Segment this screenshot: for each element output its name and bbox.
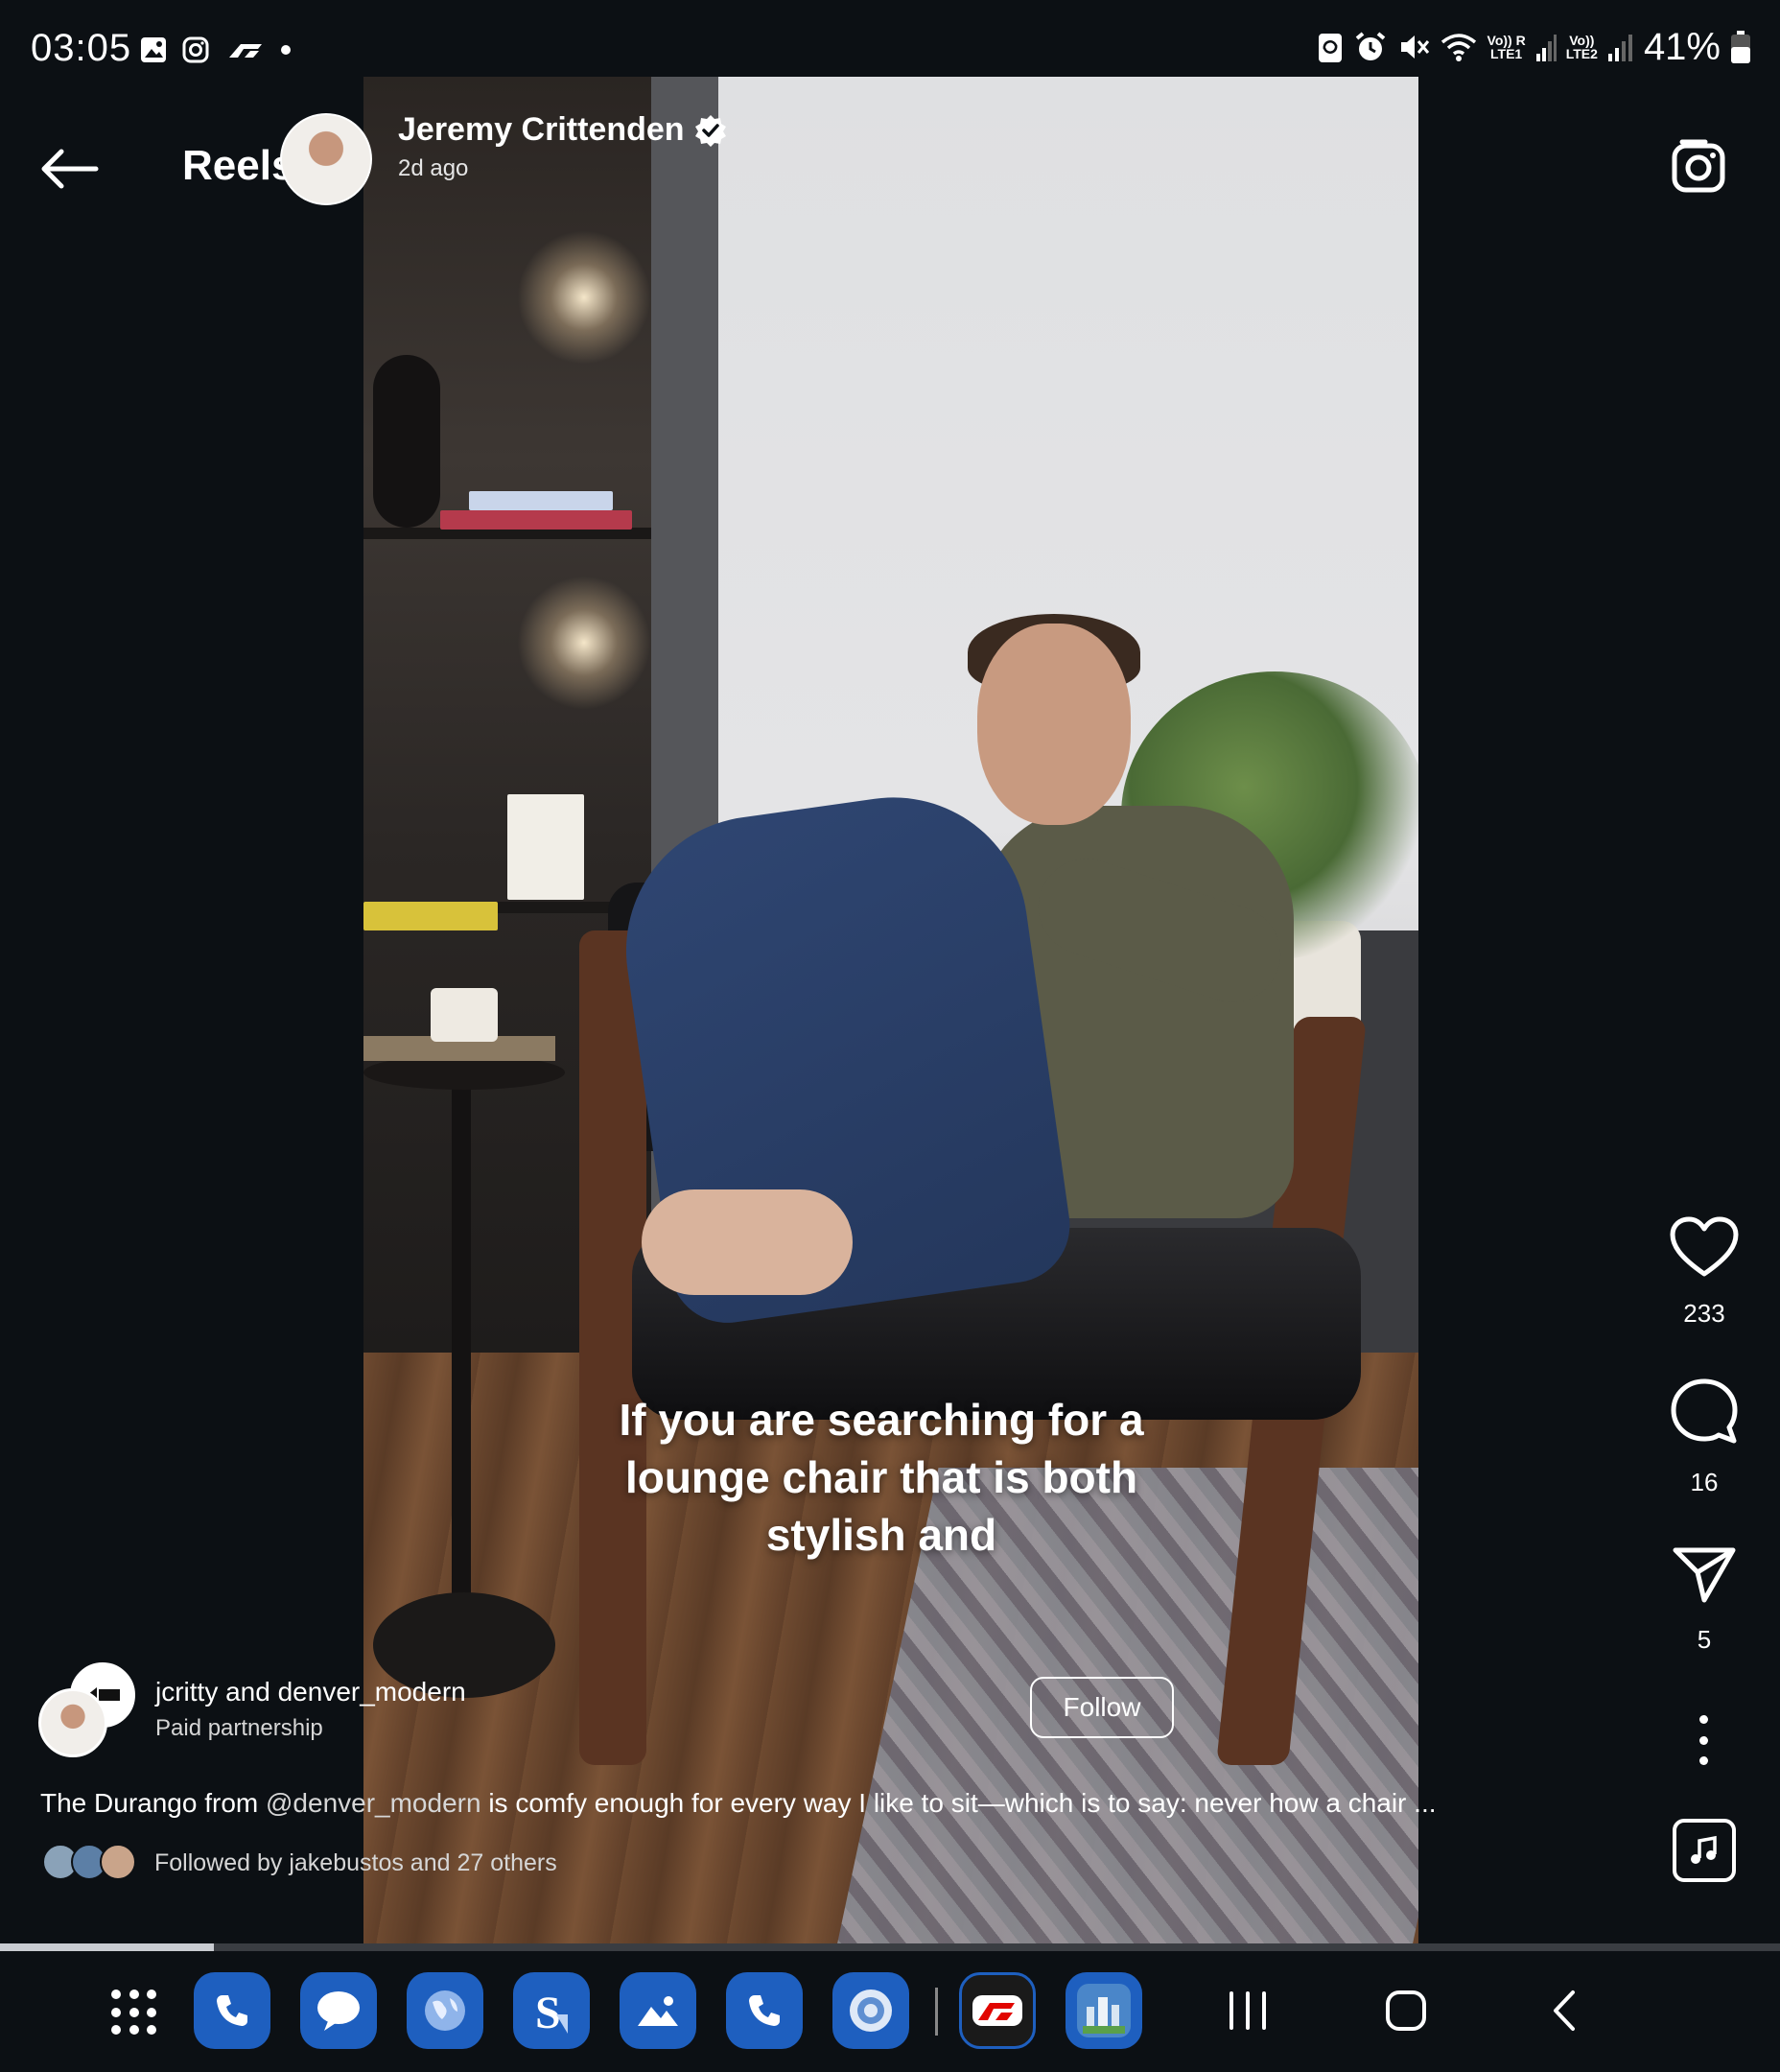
- battery-percent: 41%: [1643, 25, 1721, 68]
- sim1-label: Vo)) R LTE1: [1487, 33, 1526, 61]
- follower-avatar: [100, 1844, 136, 1880]
- recents-icon: [1230, 1991, 1266, 2030]
- author-name[interactable]: Jeremy Crittenden: [398, 111, 727, 149]
- f1-icon: [226, 35, 265, 65]
- simcity-app-icon[interactable]: [1066, 1972, 1142, 2049]
- caption-prefix: The Durango from: [40, 1788, 266, 1818]
- comment-count: 16: [1690, 1468, 1719, 1496]
- simple-note-app-icon[interactable]: S: [513, 1972, 590, 2049]
- like-action[interactable]: 233: [1665, 1216, 1744, 1329]
- comment-icon: [1671, 1378, 1738, 1444]
- share-count: 5: [1697, 1625, 1712, 1654]
- camera-lens-app-icon[interactable]: [832, 1972, 909, 2049]
- browser-icon: [425, 1990, 465, 2031]
- dot-icon: [274, 35, 297, 65]
- paid-partnership-label[interactable]: Paid partnership: [155, 1715, 323, 1742]
- f1-app-icon[interactable]: [959, 1972, 1036, 2049]
- dot-icon: [1698, 1735, 1708, 1745]
- camera-icon: [1672, 139, 1725, 193]
- camera-lens-icon: [850, 1990, 892, 2032]
- video-progress-fill: [0, 1943, 214, 1951]
- partner-avatars[interactable]: [38, 1660, 146, 1759]
- follow-button[interactable]: Follow: [1030, 1677, 1174, 1738]
- author-small-avatar: [38, 1688, 107, 1757]
- browser-app-icon[interactable]: [407, 1972, 483, 2049]
- home-icon: [1386, 1990, 1426, 2031]
- page-title: Reels: [182, 142, 295, 189]
- dot-icon: [1698, 1756, 1708, 1765]
- followed-by-text[interactable]: Followed by jakebustos and 27 others: [154, 1849, 557, 1877]
- dot-icon: [1698, 1715, 1708, 1724]
- video-caption: If you are searching for a lounge chair …: [619, 1395, 1144, 1560]
- arrow-left-icon: [41, 149, 99, 189]
- signal-icon: [1607, 35, 1632, 61]
- author-name-text: Jeremy Crittenden: [398, 111, 685, 148]
- reel-video[interactable]: If you are searching for a lounge chair …: [363, 77, 1418, 1943]
- instagram-icon: [180, 35, 211, 65]
- mute-icon: [1400, 35, 1429, 59]
- messages-app-icon[interactable]: [300, 1972, 377, 2049]
- caption-rest: is comfy enough for every way I like to …: [480, 1788, 1437, 1818]
- sync-icon: [1318, 34, 1342, 62]
- audio-button[interactable]: [1673, 1819, 1736, 1882]
- messages-icon: [317, 1991, 360, 2031]
- post-caption[interactable]: The Durango from @denver_modern is comfy…: [40, 1788, 1460, 1819]
- video-progress-bar[interactable]: [0, 1943, 1780, 1951]
- recents-button[interactable]: [1214, 1982, 1281, 2039]
- gallery-app-icon[interactable]: [620, 1972, 696, 2049]
- simcity-icon: [1077, 1984, 1131, 2037]
- verified-icon: [694, 114, 726, 147]
- send-icon: [1673, 1547, 1736, 1603]
- back-button[interactable]: [35, 134, 104, 203]
- share-action[interactable]: 5: [1665, 1546, 1744, 1655]
- home-button[interactable]: [1372, 1982, 1440, 2039]
- dock-divider: [935, 1988, 938, 2036]
- phone-icon: [217, 1995, 247, 2026]
- sim2-label: Vo)) LTE2: [1565, 33, 1598, 61]
- apps-grid-icon[interactable]: [111, 1990, 157, 2036]
- camera-button[interactable]: [1667, 134, 1730, 198]
- phone-app-icon[interactable]: [194, 1972, 270, 2049]
- author-avatar[interactable]: [280, 113, 372, 205]
- svg-text:S: S: [535, 1988, 561, 2036]
- heart-icon: [1670, 1216, 1739, 1277]
- gallery-icon: [138, 35, 169, 65]
- like-count: 233: [1683, 1299, 1725, 1328]
- nav-back-button[interactable]: [1531, 1982, 1598, 2039]
- status-right-icons: Vo)) R LTE1 Vo)) LTE2 41%: [1317, 25, 1751, 69]
- wifi-icon: [1440, 34, 1476, 61]
- more-options-button[interactable]: [1684, 1715, 1722, 1765]
- f1-icon: [972, 1995, 1022, 2026]
- music-note-icon: [1691, 1835, 1717, 1864]
- comment-action[interactable]: 16: [1665, 1377, 1744, 1497]
- simple-note-icon: S: [535, 1988, 568, 2036]
- gallery-icon: [638, 1996, 678, 2026]
- phone-icon: [749, 1995, 780, 2026]
- back-icon: [1554, 1990, 1575, 2031]
- status-bar: 03:05 Vo)) R LTE1 Vo)) LTE2 41%: [0, 0, 1780, 77]
- signal-icon: [1535, 35, 1557, 61]
- status-time: 03:05: [31, 27, 132, 69]
- battery-icon: [1731, 31, 1750, 63]
- phone-app-icon-2[interactable]: [726, 1972, 803, 2049]
- partner-names[interactable]: jcritty and denver_modern: [155, 1677, 466, 1707]
- followers-avatars: [42, 1844, 138, 1882]
- post-time: 2d ago: [398, 155, 469, 181]
- alarm-icon: [1355, 32, 1385, 60]
- caption-mention-link[interactable]: @denver_modern: [266, 1788, 481, 1818]
